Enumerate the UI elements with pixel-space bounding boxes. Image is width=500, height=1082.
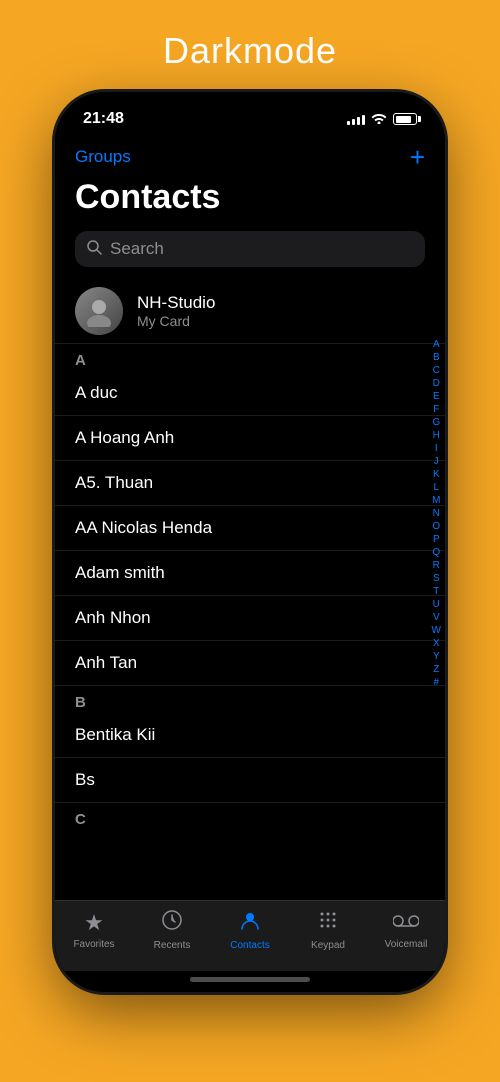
search-bar[interactable]: Search (75, 231, 425, 267)
alpha-b[interactable]: B (433, 352, 440, 364)
list-item[interactable]: Anh Tan (55, 641, 445, 686)
tab-keypad-label: Keypad (311, 940, 345, 951)
alpha-v[interactable]: V (433, 612, 440, 624)
voicemail-icon (393, 910, 419, 936)
alpha-j[interactable]: J (434, 456, 439, 468)
alpha-o[interactable]: O (432, 521, 440, 533)
contacts-list: NH-Studio My Card A A duc A Hoang Anh A5… (55, 279, 445, 900)
list-item[interactable]: A duc (55, 371, 445, 416)
favorites-icon: ★ (84, 910, 104, 936)
tab-recents-label: Recents (154, 940, 191, 951)
alpha-k[interactable]: K (433, 469, 440, 481)
section-header-c: C (55, 803, 445, 830)
alpha-r[interactable]: R (433, 560, 440, 572)
keypad-icon (317, 909, 339, 937)
home-indicator (55, 971, 445, 992)
alpha-i[interactable]: I (435, 443, 438, 455)
alpha-e[interactable]: E (433, 391, 440, 403)
alpha-p[interactable]: P (433, 534, 440, 546)
alpha-z[interactable]: Z (433, 664, 439, 676)
alpha-m[interactable]: M (432, 495, 440, 507)
section-header-a: A (55, 344, 445, 371)
status-bar: 21:48 (55, 92, 445, 140)
battery-icon (393, 113, 417, 125)
alpha-d[interactable]: D (433, 378, 440, 390)
alpha-w[interactable]: W (432, 625, 441, 637)
alpha-hash[interactable]: # (433, 677, 439, 689)
alpha-l[interactable]: L (433, 482, 439, 494)
tab-bar: ★ Favorites Recents (55, 900, 445, 971)
alpha-y[interactable]: Y (433, 651, 440, 663)
contacts-heading: Contacts (55, 178, 445, 227)
list-item[interactable]: A Hoang Anh (55, 416, 445, 461)
list-item[interactable]: AA Nicolas Henda (55, 506, 445, 551)
my-card-info: NH-Studio My Card (137, 293, 215, 329)
alpha-a[interactable]: A (433, 339, 440, 351)
alpha-g[interactable]: G (432, 417, 440, 429)
phone-frame: 21:48 (55, 92, 445, 992)
alpha-f[interactable]: F (433, 404, 439, 416)
list-item[interactable]: A5. Thuan (55, 461, 445, 506)
search-placeholder: Search (110, 239, 164, 259)
tab-contacts[interactable]: Contacts (211, 909, 289, 951)
recents-icon (161, 909, 183, 937)
search-icon (87, 240, 102, 259)
section-header-b: B (55, 686, 445, 713)
tab-keypad[interactable]: Keypad (289, 909, 367, 951)
tab-favorites-label: Favorites (73, 939, 114, 950)
tab-recents[interactable]: Recents (133, 909, 211, 951)
status-time: 21:48 (83, 110, 124, 128)
list-item[interactable]: Bs (55, 758, 445, 803)
alpha-u[interactable]: U (433, 599, 440, 611)
tab-contacts-label: Contacts (230, 940, 269, 951)
screen: 21:48 (55, 92, 445, 992)
my-card[interactable]: NH-Studio My Card (55, 279, 445, 344)
avatar (75, 287, 123, 335)
alphabet-index[interactable]: A B C D E F G H I J K L M N O P Q (432, 339, 441, 689)
signal-icon (347, 113, 365, 125)
app-content: Groups + Contacts Search (55, 140, 445, 992)
tab-voicemail[interactable]: Voicemail (367, 910, 445, 950)
home-bar (190, 977, 310, 982)
alpha-s[interactable]: S (433, 573, 440, 585)
alpha-n[interactable]: N (433, 508, 440, 520)
contacts-icon (239, 909, 261, 937)
alpha-h[interactable]: H (433, 430, 440, 442)
tab-favorites[interactable]: ★ Favorites (55, 910, 133, 950)
alpha-t[interactable]: T (433, 586, 439, 598)
page-title: Darkmode (163, 30, 337, 72)
add-contact-button[interactable]: + (410, 144, 425, 170)
tab-voicemail-label: Voicemail (385, 939, 428, 950)
alpha-x[interactable]: X (433, 638, 440, 650)
wifi-icon (371, 111, 387, 127)
nav-header: Groups + (55, 140, 445, 178)
my-card-label: My Card (137, 313, 215, 329)
list-item[interactable]: Bentika Kii (55, 713, 445, 758)
list-item[interactable]: Adam smith (55, 551, 445, 596)
my-card-name: NH-Studio (137, 293, 215, 313)
avatar-image (75, 287, 123, 335)
list-item[interactable]: Anh Nhon (55, 596, 445, 641)
status-icons (347, 111, 417, 127)
alpha-c[interactable]: C (433, 365, 440, 377)
alpha-q[interactable]: Q (432, 547, 440, 559)
groups-button[interactable]: Groups (75, 147, 131, 167)
